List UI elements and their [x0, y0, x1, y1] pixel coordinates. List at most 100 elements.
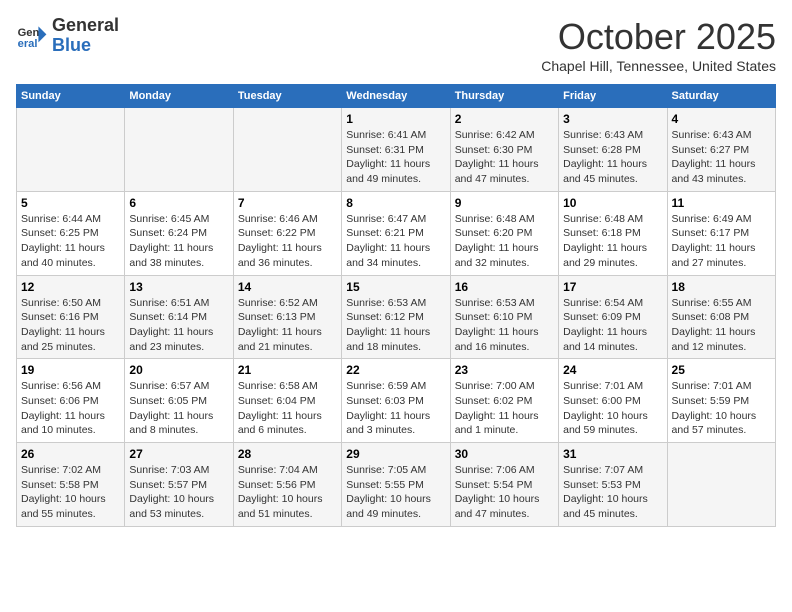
calendar-cell: 19Sunrise: 6:56 AM Sunset: 6:06 PM Dayli…	[17, 359, 125, 443]
calendar-cell: 24Sunrise: 7:01 AM Sunset: 6:00 PM Dayli…	[559, 359, 667, 443]
day-number: 28	[238, 447, 337, 461]
calendar-cell: 21 Sunrise: 6:58 AM Sunset: 6:04 PM Dayli…	[233, 359, 341, 443]
day-info: Sunrise: 6:50 AM Sunset: 6:16 PM Dayligh…	[21, 296, 120, 355]
day-number: 3	[563, 112, 662, 126]
month-title: October 2025	[541, 16, 776, 58]
day-info: Sunrise: 7:05 AM Sunset: 5:55 PM Dayligh…	[346, 463, 445, 522]
weekday-header-friday: Friday	[559, 85, 667, 108]
day-info: Sunrise: 6:55 AM Sunset: 6:08 PM Dayligh…	[672, 296, 771, 355]
day-number: 4	[672, 112, 771, 126]
day-info: Sunrise: 6:52 AM Sunset: 6:13 PM Dayligh…	[238, 296, 337, 355]
weekday-header-saturday: Saturday	[667, 85, 775, 108]
calendar-cell: 20 Sunrise: 6:57 AM Sunset: 6:05 PM Dayli…	[125, 359, 233, 443]
day-number: 1	[346, 112, 445, 126]
day-number: 10	[563, 196, 662, 210]
calendar-cell: 12 Sunrise: 6:50 AM Sunset: 6:16 PM Dayli…	[17, 275, 125, 359]
calendar-table: SundayMondayTuesdayWednesdayThursdayFrid…	[16, 84, 776, 527]
day-number: 31	[563, 447, 662, 461]
calendar-cell: 25 Sunrise: 7:01 AM Sunset: 5:59 PM Dayli…	[667, 359, 775, 443]
day-info: Sunrise: 6:48 AM Sunset: 6:18 PM Dayligh…	[563, 212, 662, 271]
day-info: Sunrise: 7:07 AM Sunset: 5:53 PM Dayligh…	[563, 463, 662, 522]
day-info: Sunrise: 6:44 AM Sunset: 6:25 PM Dayligh…	[21, 212, 120, 271]
day-number: 5	[21, 196, 120, 210]
day-info: Sunrise: 6:57 AM Sunset: 6:05 PM Dayligh…	[129, 379, 228, 438]
day-info: Sunrise: 6:54 AM Sunset: 6:09 PM Dayligh…	[563, 296, 662, 355]
day-number: 8	[346, 196, 445, 210]
logo-icon: Gen eral	[16, 20, 48, 52]
calendar-cell: 31 Sunrise: 7:07 AM Sunset: 5:53 PM Dayli…	[559, 443, 667, 527]
day-info: Sunrise: 6:58 AM Sunset: 6:04 PM Dayligh…	[238, 379, 337, 438]
calendar-cell: 5 Sunrise: 6:44 AM Sunset: 6:25 PM Daylig…	[17, 191, 125, 275]
day-number: 6	[129, 196, 228, 210]
day-number: 9	[455, 196, 554, 210]
calendar-cell	[125, 108, 233, 192]
day-info: Sunrise: 6:51 AM Sunset: 6:14 PM Dayligh…	[129, 296, 228, 355]
calendar-cell	[17, 108, 125, 192]
day-number: 14	[238, 280, 337, 294]
calendar-week-2: 5 Sunrise: 6:44 AM Sunset: 6:25 PM Daylig…	[17, 191, 776, 275]
day-info: Sunrise: 7:03 AM Sunset: 5:57 PM Dayligh…	[129, 463, 228, 522]
day-number: 25	[672, 363, 771, 377]
day-number: 17	[563, 280, 662, 294]
day-info: Sunrise: 6:43 AM Sunset: 6:27 PM Dayligh…	[672, 128, 771, 187]
calendar-cell: 1 Sunrise: 6:41 AM Sunset: 6:31 PM Daylig…	[342, 108, 450, 192]
calendar-cell: 26 Sunrise: 7:02 AM Sunset: 5:58 PM Dayli…	[17, 443, 125, 527]
calendar-cell: 22 Sunrise: 6:59 AM Sunset: 6:03 PM Dayli…	[342, 359, 450, 443]
day-info: Sunrise: 7:00 AM Sunset: 6:02 PM Dayligh…	[455, 379, 554, 438]
day-info: Sunrise: 6:49 AM Sunset: 6:17 PM Dayligh…	[672, 212, 771, 271]
day-info: Sunrise: 7:01 AM Sunset: 6:00 PM Dayligh…	[563, 379, 662, 438]
day-info: Sunrise: 6:53 AM Sunset: 6:10 PM Dayligh…	[455, 296, 554, 355]
logo: Gen eral General Blue	[16, 16, 119, 56]
logo-blue-text: Blue	[52, 36, 119, 56]
day-number: 12	[21, 280, 120, 294]
day-number: 26	[21, 447, 120, 461]
day-number: 18	[672, 280, 771, 294]
day-number: 7	[238, 196, 337, 210]
weekday-header-wednesday: Wednesday	[342, 85, 450, 108]
logo-general-text: General	[52, 16, 119, 36]
calendar-cell: 14 Sunrise: 6:52 AM Sunset: 6:13 PM Dayli…	[233, 275, 341, 359]
calendar-cell: 15Sunrise: 6:53 AM Sunset: 6:12 PM Dayli…	[342, 275, 450, 359]
day-info: Sunrise: 6:48 AM Sunset: 6:20 PM Dayligh…	[455, 212, 554, 271]
day-number: 19	[21, 363, 120, 377]
weekday-header-tuesday: Tuesday	[233, 85, 341, 108]
day-number: 23	[455, 363, 554, 377]
day-info: Sunrise: 6:47 AM Sunset: 6:21 PM Dayligh…	[346, 212, 445, 271]
day-number: 15	[346, 280, 445, 294]
location: Chapel Hill, Tennessee, United States	[541, 58, 776, 74]
day-number: 27	[129, 447, 228, 461]
calendar-cell: 2Sunrise: 6:42 AM Sunset: 6:30 PM Daylig…	[450, 108, 558, 192]
calendar-cell: 7Sunrise: 6:46 AM Sunset: 6:22 PM Daylig…	[233, 191, 341, 275]
page-header: Gen eral General Blue October 2025 Chape…	[16, 16, 776, 74]
day-number: 20	[129, 363, 228, 377]
day-info: Sunrise: 7:06 AM Sunset: 5:54 PM Dayligh…	[455, 463, 554, 522]
calendar-cell: 27 Sunrise: 7:03 AM Sunset: 5:57 PM Dayli…	[125, 443, 233, 527]
day-number: 21	[238, 363, 337, 377]
calendar-cell: 28 Sunrise: 7:04 AM Sunset: 5:56 PM Dayli…	[233, 443, 341, 527]
calendar-cell: 29Sunrise: 7:05 AM Sunset: 5:55 PM Dayli…	[342, 443, 450, 527]
calendar-cell: 8 Sunrise: 6:47 AM Sunset: 6:21 PM Daylig…	[342, 191, 450, 275]
day-info: Sunrise: 7:01 AM Sunset: 5:59 PM Dayligh…	[672, 379, 771, 438]
day-number: 2	[455, 112, 554, 126]
calendar-cell: 18 Sunrise: 6:55 AM Sunset: 6:08 PM Dayli…	[667, 275, 775, 359]
calendar-cell	[233, 108, 341, 192]
calendar-cell: 30Sunrise: 7:06 AM Sunset: 5:54 PM Dayli…	[450, 443, 558, 527]
calendar-week-3: 12 Sunrise: 6:50 AM Sunset: 6:16 PM Dayli…	[17, 275, 776, 359]
day-info: Sunrise: 7:04 AM Sunset: 5:56 PM Dayligh…	[238, 463, 337, 522]
calendar-cell: 13Sunrise: 6:51 AM Sunset: 6:14 PM Dayli…	[125, 275, 233, 359]
calendar-week-5: 26 Sunrise: 7:02 AM Sunset: 5:58 PM Dayli…	[17, 443, 776, 527]
calendar-cell: 23 Sunrise: 7:00 AM Sunset: 6:02 PM Dayli…	[450, 359, 558, 443]
day-number: 22	[346, 363, 445, 377]
svg-text:Gen: Gen	[18, 27, 40, 39]
calendar-cell: 17 Sunrise: 6:54 AM Sunset: 6:09 PM Dayli…	[559, 275, 667, 359]
day-info: Sunrise: 6:59 AM Sunset: 6:03 PM Dayligh…	[346, 379, 445, 438]
svg-text:eral: eral	[18, 38, 38, 50]
day-info: Sunrise: 6:41 AM Sunset: 6:31 PM Dayligh…	[346, 128, 445, 187]
day-info: Sunrise: 7:02 AM Sunset: 5:58 PM Dayligh…	[21, 463, 120, 522]
title-area: October 2025 Chapel Hill, Tennessee, Uni…	[541, 16, 776, 74]
calendar-cell: 6 Sunrise: 6:45 AM Sunset: 6:24 PM Daylig…	[125, 191, 233, 275]
weekday-header-row: SundayMondayTuesdayWednesdayThursdayFrid…	[17, 85, 776, 108]
weekday-header-monday: Monday	[125, 85, 233, 108]
day-info: Sunrise: 6:45 AM Sunset: 6:24 PM Dayligh…	[129, 212, 228, 271]
calendar-cell: 16Sunrise: 6:53 AM Sunset: 6:10 PM Dayli…	[450, 275, 558, 359]
